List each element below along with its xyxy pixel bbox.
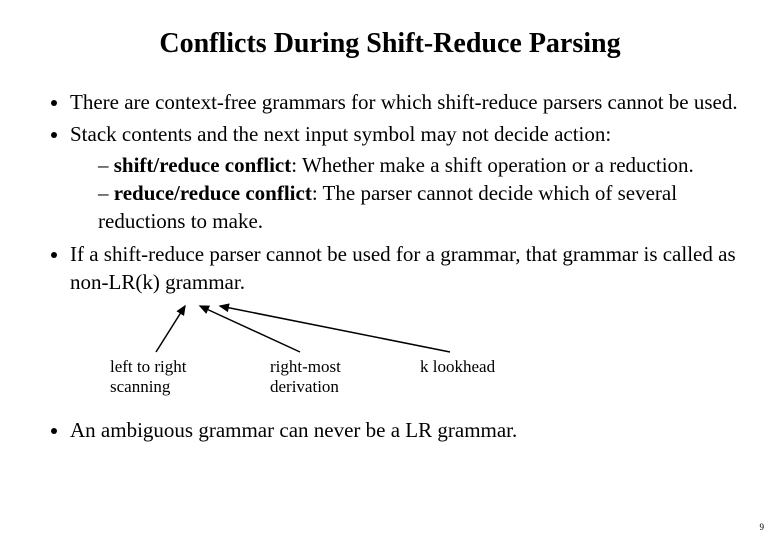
- label-k-lookhead: k lookhead: [420, 357, 495, 377]
- arrows-diagram: left to right scanning right-most deriva…: [70, 302, 780, 412]
- label-l1b: scanning: [110, 377, 170, 396]
- bullet-1: There are context-free grammars for whic…: [70, 88, 750, 116]
- reduce-reduce-bold: reduce/reduce conflict: [114, 181, 312, 205]
- slide: Conflicts During Shift-Reduce Parsing Th…: [0, 0, 780, 540]
- label-l2a: right-most: [270, 357, 341, 376]
- shift-reduce-rest: : Whether make a shift operation or a re…: [291, 153, 694, 177]
- slide-title: Conflicts During Shift-Reduce Parsing: [0, 0, 780, 88]
- bullet-list: There are context-free grammars for whic…: [50, 88, 750, 296]
- bullet-list-2: An ambiguous grammar can never be a LR g…: [50, 416, 750, 444]
- label-l2b: derivation: [270, 377, 339, 396]
- sub-list: shift/reduce conflict: Whether make a sh…: [70, 151, 750, 236]
- label-l1a: left to right: [110, 357, 186, 376]
- label-left-to-right: left to right scanning: [110, 357, 186, 396]
- sub-bullet-reduce-reduce: reduce/reduce conflict: The parser canno…: [98, 179, 750, 236]
- bullet-4: An ambiguous grammar can never be a LR g…: [70, 416, 750, 444]
- bullet-2-text: Stack contents and the next input symbol…: [70, 122, 611, 146]
- page-number: 9: [760, 522, 765, 532]
- bullet-2: Stack contents and the next input symbol…: [70, 120, 750, 235]
- bullet-3: If a shift-reduce parser cannot be used …: [70, 240, 750, 297]
- sub-bullet-shift-reduce: shift/reduce conflict: Whether make a sh…: [98, 151, 750, 179]
- label-right-most: right-most derivation: [270, 357, 341, 396]
- shift-reduce-bold: shift/reduce conflict: [114, 153, 292, 177]
